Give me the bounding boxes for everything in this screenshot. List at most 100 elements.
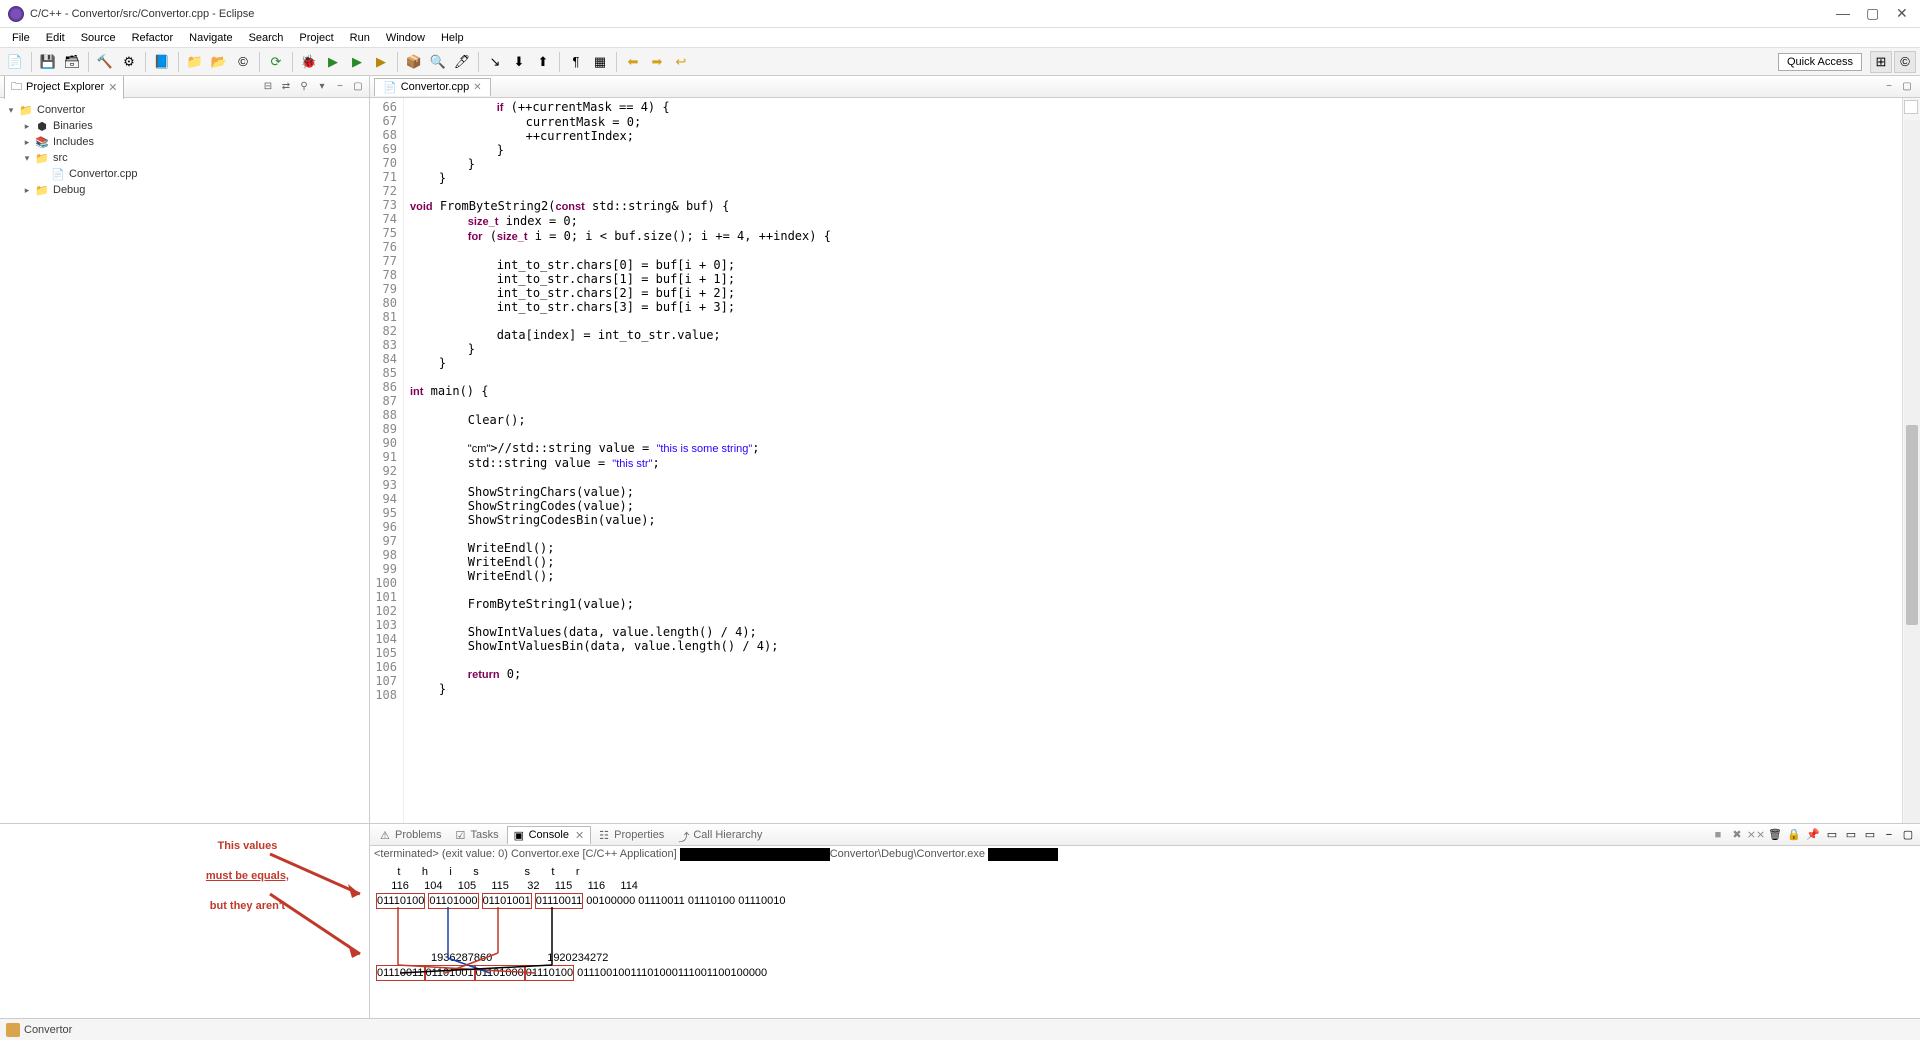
- tree-binaries[interactable]: ▸⬢ Binaries: [2, 118, 367, 134]
- open-perspective-button[interactable]: ⊞: [1870, 51, 1892, 73]
- new-button[interactable]: 📄: [4, 51, 26, 73]
- tree-label: Convertor.cpp: [69, 168, 137, 180]
- close-view-icon[interactable]: ✕: [108, 81, 117, 94]
- terminate-button[interactable]: ■: [1710, 827, 1726, 843]
- eclipse-icon: [8, 6, 24, 22]
- menu-source[interactable]: Source: [73, 30, 124, 46]
- tree-convertor-cpp[interactable]: 📄 Convertor.cpp: [2, 166, 367, 182]
- editor-tab-convertor[interactable]: 📄 Convertor.cpp ✕: [374, 78, 491, 96]
- cpp-file-icon: 📄: [50, 167, 66, 181]
- console-line: [376, 923, 1914, 937]
- forward-button[interactable]: ➡: [646, 51, 668, 73]
- menu-file[interactable]: File: [4, 30, 38, 46]
- console-line: 1936287860 1920234272: [376, 951, 1914, 965]
- open-type-button[interactable]: 📦: [403, 51, 425, 73]
- maximize-editor-icon[interactable]: ▢: [1900, 80, 1914, 94]
- close-tab-icon[interactable]: ✕: [473, 82, 481, 93]
- menu-navigate[interactable]: Navigate: [181, 30, 240, 46]
- cpp-perspective-button[interactable]: ©: [1894, 51, 1916, 73]
- menu-edit[interactable]: Edit: [38, 30, 73, 46]
- console-line: t h i s s t r: [376, 865, 1914, 879]
- tab-console[interactable]: ▣Console✕: [507, 826, 592, 844]
- close-button[interactable]: ✕: [1896, 8, 1908, 20]
- new-class-button[interactable]: ©: [232, 51, 254, 73]
- console-line-bin1: 01110100 01101000 01101001 01110011 0010…: [376, 893, 1914, 909]
- status-icon: [6, 1023, 20, 1037]
- link-editor-icon[interactable]: ⇄: [279, 80, 293, 94]
- scroll-lock-button[interactable]: 🔒: [1786, 827, 1802, 843]
- minimize-editor-icon[interactable]: −: [1882, 80, 1896, 94]
- new-folder-button[interactable]: 📁: [184, 51, 206, 73]
- collapse-all-icon[interactable]: ⊟: [261, 80, 275, 94]
- menu-help[interactable]: Help: [433, 30, 472, 46]
- minimize-console-icon[interactable]: −: [1881, 827, 1897, 843]
- console-line-bin2: 01110011011010010110100001110100 0111001…: [376, 965, 1914, 981]
- remove-launch-button[interactable]: ✖: [1729, 827, 1745, 843]
- save-button[interactable]: 💾: [37, 51, 59, 73]
- tree-debug-folder[interactable]: ▸📁 Debug: [2, 182, 367, 198]
- project-explorer-tab[interactable]: 🗀 Project Explorer ✕: [4, 76, 124, 99]
- build-button[interactable]: 🔨: [94, 51, 116, 73]
- display-selected-button[interactable]: ▭: [1824, 827, 1840, 843]
- view-menu-icon[interactable]: ▾: [315, 80, 329, 94]
- build-config-button[interactable]: ⚙: [118, 51, 140, 73]
- tab-problems[interactable]: ⚠Problems: [374, 827, 447, 843]
- menu-project[interactable]: Project: [291, 30, 341, 46]
- window-titlebar: C/C++ - Convertor/src/Convertor.cpp - Ec…: [0, 0, 1920, 28]
- run-button[interactable]: ▶: [322, 51, 344, 73]
- tab-tasks[interactable]: ☑Tasks: [449, 827, 504, 843]
- prev-annotation-button[interactable]: ⬆: [532, 51, 554, 73]
- debug-button[interactable]: 🐞: [298, 51, 320, 73]
- ruler-button[interactable]: [1904, 100, 1918, 114]
- profile-button[interactable]: ▶: [346, 51, 368, 73]
- menu-refactor[interactable]: Refactor: [124, 30, 182, 46]
- quick-access[interactable]: Quick Access: [1778, 53, 1862, 71]
- show-whitespace-button[interactable]: ¶: [565, 51, 587, 73]
- console-output[interactable]: t h i s s t r 116 104 105 115 32 115 116…: [370, 863, 1920, 1018]
- menu-search[interactable]: Search: [241, 30, 292, 46]
- external-tools-button[interactable]: ▶: [370, 51, 392, 73]
- tab-call-hierarchy[interactable]: ⤴Call Hierarchy: [672, 827, 768, 843]
- new-source-button[interactable]: 📂: [208, 51, 230, 73]
- close-tab-icon[interactable]: ✕: [575, 829, 584, 842]
- tree-src-folder[interactable]: ▾📁 src: [2, 150, 367, 166]
- toggle-mark-button[interactable]: 🖊: [451, 51, 473, 73]
- back-button[interactable]: ⬅: [622, 51, 644, 73]
- open-console-button[interactable]: ▭: [1843, 827, 1859, 843]
- new-console-button[interactable]: ▭: [1862, 827, 1878, 843]
- focus-icon[interactable]: ⚲: [297, 80, 311, 94]
- status-bar: Convertor: [0, 1018, 1920, 1040]
- save-all-button[interactable]: 🗃: [61, 51, 83, 73]
- tree-project-root[interactable]: ▾📁 Convertor: [2, 102, 367, 118]
- maximize-view-icon[interactable]: ▢: [351, 80, 365, 94]
- pin-console-button[interactable]: 📌: [1805, 827, 1821, 843]
- refresh-button[interactable]: ⟳: [265, 51, 287, 73]
- menu-window[interactable]: Window: [378, 30, 433, 46]
- tree-includes[interactable]: ▸📚 Includes: [2, 134, 367, 150]
- next-annotation-button[interactable]: ⬇: [508, 51, 530, 73]
- line-number-gutter: 66 67 68 69 70 71 72 73 74 75 76 77 78 7…: [370, 98, 404, 823]
- minimize-button[interactable]: —: [1836, 8, 1848, 20]
- maximize-console-icon[interactable]: ▢: [1900, 827, 1916, 843]
- project-explorer-view: 🗀 Project Explorer ✕ ⊟ ⇄ ⚲ ▾ − ▢ ▾📁 Conv…: [0, 76, 370, 823]
- vertical-scrollbar[interactable]: [1904, 120, 1920, 823]
- project-explorer-icon: 🗀: [11, 78, 22, 97]
- step-button[interactable]: ↘: [484, 51, 506, 73]
- scrollbar-thumb[interactable]: [1906, 425, 1918, 625]
- last-edit-button[interactable]: ↩: [670, 51, 692, 73]
- search-button[interactable]: 🔍: [427, 51, 449, 73]
- block-select-button[interactable]: ▦: [589, 51, 611, 73]
- project-tree[interactable]: ▾📁 Convertor ▸⬢ Binaries ▸📚 Includes ▾📁 …: [0, 98, 369, 823]
- new-cpp-button[interactable]: 📘: [151, 51, 173, 73]
- remove-all-button[interactable]: ⨯⨯: [1748, 827, 1764, 843]
- call-hierarchy-icon: ⤴: [678, 829, 690, 841]
- menu-run[interactable]: Run: [342, 30, 378, 46]
- maximize-button[interactable]: ▢: [1866, 8, 1878, 20]
- cpp-file-icon: 📄: [383, 81, 397, 94]
- tab-properties[interactable]: ☷Properties: [593, 827, 670, 843]
- menu-bar: File Edit Source Refactor Navigate Searc…: [0, 28, 1920, 48]
- minimize-view-icon[interactable]: −: [333, 80, 347, 94]
- clear-console-button[interactable]: 🗑: [1767, 827, 1783, 843]
- code-editor[interactable]: 66 67 68 69 70 71 72 73 74 75 76 77 78 7…: [370, 98, 1920, 823]
- code-content[interactable]: if (++currentMask == 4) { currentMask = …: [404, 98, 1902, 823]
